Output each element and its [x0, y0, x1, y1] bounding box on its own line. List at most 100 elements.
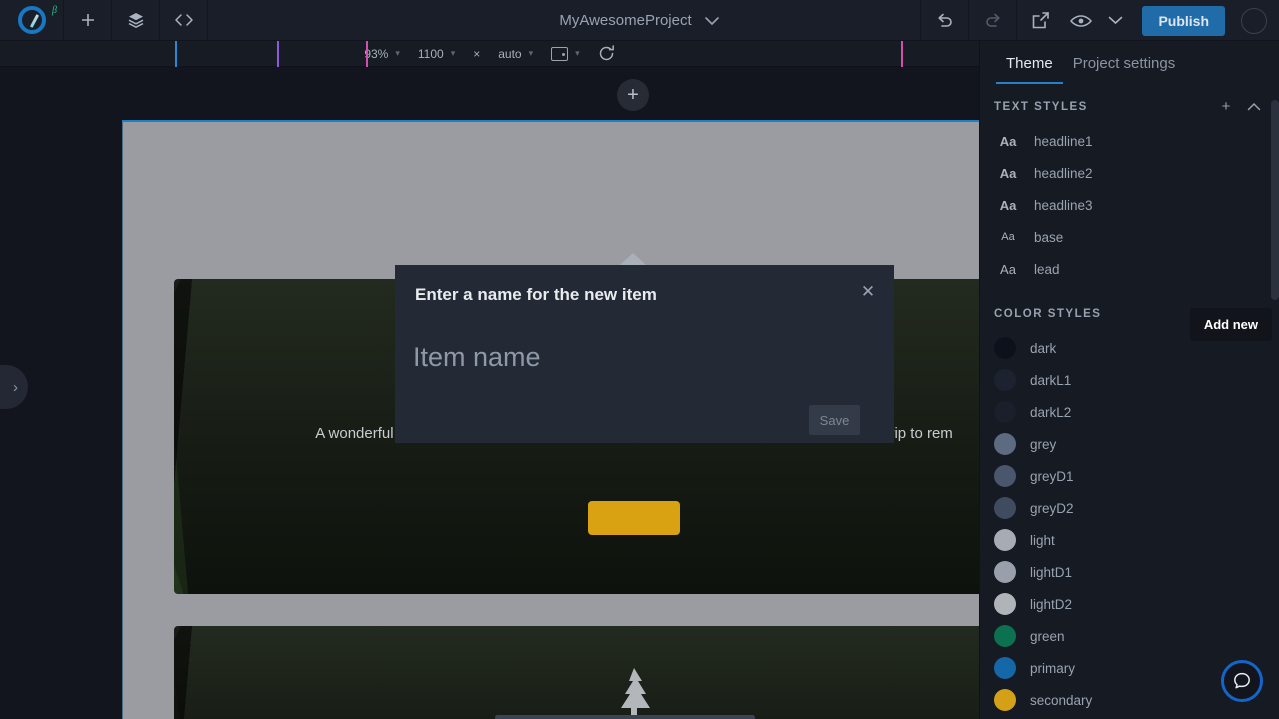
collapse-text-styles-button[interactable] [1245, 98, 1263, 115]
times-symbol: × [473, 46, 481, 61]
viewport-width-control[interactable]: 1100 ▾ [409, 47, 464, 61]
undo-button[interactable] [920, 0, 968, 41]
cta-button[interactable] [588, 501, 680, 535]
code-icon [174, 14, 193, 26]
color-style-lightd2[interactable]: lightD2 [980, 588, 1279, 620]
text-style-label: headline3 [1034, 197, 1093, 213]
color-style-greyd1[interactable]: greyD1 [980, 460, 1279, 492]
color-style-darkl1[interactable]: darkL1 [980, 364, 1279, 396]
publish-button[interactable]: Publish [1142, 5, 1225, 36]
viewport-width-value: 1100 [417, 46, 444, 61]
color-style-green[interactable]: green [980, 620, 1279, 652]
color-style-label: dark [1030, 340, 1057, 356]
code-view-button[interactable] [160, 0, 208, 41]
add-section-button[interactable]: + [617, 79, 649, 111]
color-swatch [994, 369, 1016, 391]
dimension-separator: × [464, 47, 489, 61]
refresh-icon [599, 45, 614, 61]
dialog-title: Enter a name for the new item [415, 285, 657, 304]
color-style-greyd2[interactable]: greyD2 [980, 492, 1279, 524]
color-swatch [994, 465, 1016, 487]
color-style-label: darkL2 [1030, 404, 1072, 420]
ruler-guide[interactable] [366, 41, 368, 67]
color-styles-title: COLOR STYLES [994, 307, 1102, 320]
avatar[interactable] [1241, 7, 1267, 34]
text-style-base[interactable]: Aa base [980, 221, 1279, 253]
color-swatch [994, 561, 1016, 583]
device-icon [551, 46, 569, 61]
share-icon [1033, 12, 1050, 29]
add-new-tooltip: Add new [1189, 308, 1272, 341]
color-swatch [994, 689, 1016, 711]
viewport-height-control[interactable]: auto ▾ [489, 47, 542, 61]
color-style-label: primary [1030, 660, 1076, 676]
hero-card-2[interactable]: INTO THE WILD [174, 626, 979, 719]
color-style-label: greyD2 [1030, 500, 1074, 516]
app-logo-button[interactable]: β [0, 0, 64, 41]
tab-project-settings[interactable]: Project settings [1063, 55, 1186, 84]
ruler-guide[interactable] [901, 41, 903, 67]
color-style-label: lightD2 [1030, 596, 1073, 612]
color-style-light[interactable]: light [980, 524, 1279, 556]
text-style-lead[interactable]: Aa lead [980, 253, 1279, 285]
color-swatch [994, 401, 1016, 423]
redo-button[interactable] [968, 0, 1016, 41]
color-swatch [994, 657, 1016, 679]
text-styles-header: TEXT STYLES + [980, 84, 1279, 125]
text-styles-title: TEXT STYLES [994, 100, 1088, 113]
add-text-style-button[interactable]: + [1217, 98, 1235, 115]
chevron-down-icon[interactable] [704, 16, 720, 26]
canvas-horizontal-scrollbar[interactable] [495, 715, 755, 719]
help-button[interactable] [1221, 660, 1263, 702]
color-style-label: lightD1 [1030, 564, 1073, 580]
panel-scrollbar[interactable] [1271, 100, 1279, 300]
text-style-label: headline2 [1034, 165, 1093, 181]
device-preset-control[interactable]: ▾ [542, 46, 589, 61]
preview-options-button[interactable] [1098, 0, 1132, 41]
text-style-headline1[interactable]: Aa headline1 [980, 125, 1279, 157]
tab-theme[interactable]: Theme [996, 55, 1063, 84]
layers-button[interactable] [112, 0, 160, 41]
ruler-guide[interactable] [277, 41, 279, 67]
text-style-glyph: Aa [999, 197, 1017, 213]
undo-icon [938, 13, 952, 27]
chevron-down-icon: ▾ [528, 48, 534, 58]
chevron-down-icon: ▾ [450, 48, 456, 58]
chevron-down-icon: ▾ [395, 48, 400, 58]
text-style-headline2[interactable]: Aa headline2 [980, 157, 1279, 189]
top-toolbar: β MyAwesomeProject Publish [0, 0, 1279, 41]
color-swatch [994, 497, 1016, 519]
chat-bubble-icon [1234, 672, 1250, 689]
app-root: β MyAwesomeProject Publish 93% ▾ 1100 ▾ … [0, 0, 1279, 719]
color-swatch [994, 433, 1016, 455]
top-toolbar-right: Publish [920, 0, 1279, 41]
logo-icon [17, 6, 46, 34]
color-style-label: darkL1 [1030, 372, 1072, 388]
color-style-label: light [1030, 532, 1055, 548]
open-left-panel-button[interactable]: › [0, 365, 28, 409]
preview-button[interactable] [1064, 0, 1098, 41]
project-title[interactable]: MyAwesomeProject [559, 12, 691, 29]
color-style-label: grey [1030, 436, 1057, 452]
share-button[interactable] [1016, 0, 1064, 41]
reload-canvas-button[interactable] [589, 45, 624, 62]
plus-icon [81, 14, 94, 26]
color-swatch [994, 337, 1016, 359]
color-style-lightd1[interactable]: lightD1 [980, 556, 1279, 588]
save-button[interactable]: Save [809, 405, 860, 435]
chevron-down-icon: ▾ [575, 48, 580, 58]
right-panel: Theme Project settings TEXT STYLES + Aa … [979, 41, 1279, 719]
text-style-label: lead [1034, 261, 1060, 277]
text-style-headline3[interactable]: Aa headline3 [980, 189, 1279, 221]
ruler-guide[interactable] [175, 41, 177, 67]
hero-caption-right: trip to rem [885, 425, 953, 442]
item-name-input[interactable] [413, 337, 873, 377]
color-style-grey[interactable]: grey [980, 428, 1279, 460]
zoom-level-control[interactable]: 93% ▾ [355, 47, 409, 61]
text-style-glyph: Aa [1001, 231, 1015, 243]
add-element-button[interactable] [64, 0, 112, 41]
eye-icon [1070, 14, 1093, 27]
modal-pointer [620, 253, 646, 265]
close-icon[interactable]: ✕ [858, 282, 878, 302]
color-style-darkl2[interactable]: darkL2 [980, 396, 1279, 428]
